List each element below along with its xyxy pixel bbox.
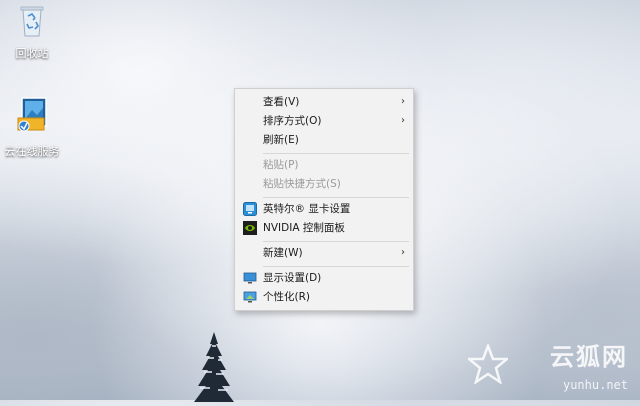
menu-item-refresh[interactable]: 刷新(E): [235, 131, 413, 149]
menu-item-new[interactable]: 新建(W) ›: [235, 244, 413, 262]
menu-item-refresh-label: 刷新(E): [263, 134, 299, 146]
chevron-right-icon: ›: [401, 247, 405, 258]
menu-item-paste-shortcut-label: 粘贴快捷方式(S): [263, 178, 341, 190]
nvidia-icon: [243, 221, 257, 235]
menu-item-paste-shortcut: 粘贴快捷方式(S): [235, 175, 413, 193]
menu-item-nvidia-control-panel[interactable]: NVIDIA 控制面板: [235, 219, 413, 237]
recycle-bin-label: 回收站: [15, 47, 49, 60]
menu-item-nvidia-label: NVIDIA 控制面板: [263, 222, 345, 234]
watermark-title: 云狐网: [550, 343, 628, 371]
menu-separator: [263, 153, 409, 154]
menu-item-personalize-label: 个性化(R): [263, 291, 310, 303]
menu-item-intel-graphics[interactable]: 英特尔® 显卡设置: [235, 200, 413, 218]
menu-item-paste: 粘贴(P): [235, 156, 413, 174]
menu-item-sort-by[interactable]: 排序方式(O) ›: [235, 112, 413, 130]
recycle-bin-shortcut[interactable]: 回收站: [0, 2, 64, 61]
pine-tree-image: [192, 330, 236, 406]
display-settings-icon: [243, 271, 257, 285]
star-logo-icon: [468, 344, 508, 384]
menu-item-paste-label: 粘贴(P): [263, 159, 299, 171]
menu-item-personalize[interactable]: 个性化(R): [235, 288, 413, 306]
intel-graphics-icon: [243, 202, 257, 216]
cloud-service-label: 云在线服务: [4, 145, 60, 158]
menu-separator: [263, 241, 409, 242]
desktop-context-menu: 查看(V) › 排序方式(O) › 刷新(E) 粘贴(P) 粘贴快捷方式(S) …: [234, 88, 414, 311]
menu-separator: [263, 266, 409, 267]
cloud-service-icon: [0, 96, 64, 139]
chevron-right-icon: ›: [401, 96, 405, 107]
watermark-url: yunhu.net: [562, 378, 628, 392]
cloud-service-shortcut[interactable]: 云在线服务: [0, 96, 64, 159]
personalize-icon: [243, 290, 257, 304]
menu-item-display-settings-label: 显示设置(D): [263, 272, 322, 284]
chevron-right-icon: ›: [401, 115, 405, 126]
menu-item-intel-graphics-label: 英特尔® 显卡设置: [263, 203, 351, 215]
menu-item-display-settings[interactable]: 显示设置(D): [235, 269, 413, 287]
menu-item-new-label: 新建(W): [263, 247, 303, 259]
menu-item-sort-by-label: 排序方式(O): [263, 115, 322, 127]
menu-item-view[interactable]: 查看(V) ›: [235, 93, 413, 111]
menu-item-view-label: 查看(V): [263, 96, 300, 108]
recycle-bin-icon: [0, 2, 64, 41]
menu-separator: [263, 197, 409, 198]
